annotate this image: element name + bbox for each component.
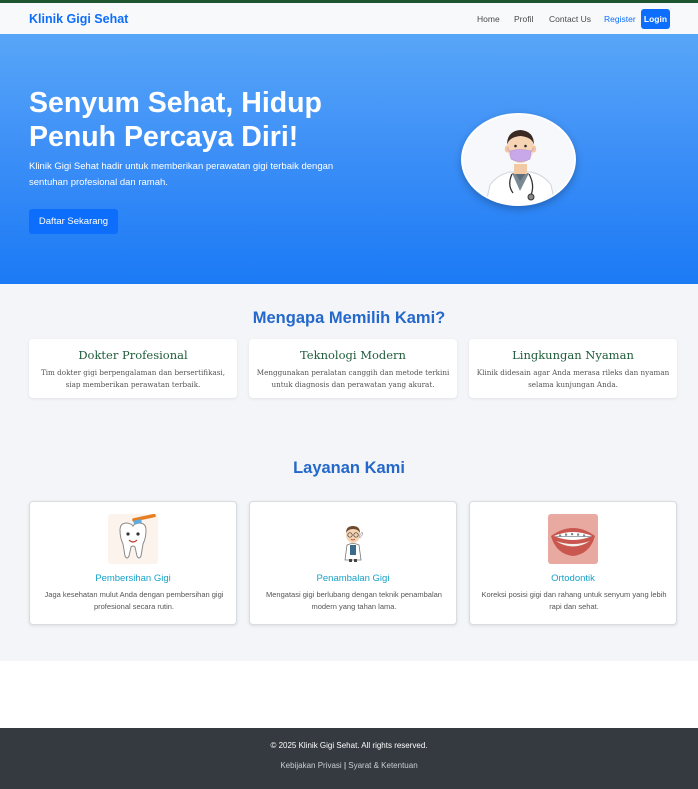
navbar: Klinik Gigi Sehat Home Profil Contact Us…: [0, 3, 698, 34]
footer-links: Kebijakan Privasi | Syarat & Ketentuan: [0, 761, 698, 770]
register-now-button[interactable]: Daftar Sekarang: [29, 209, 118, 234]
nav-home-link[interactable]: Home: [477, 14, 500, 24]
braces-smile-image: [548, 514, 598, 564]
service-desc: Koreksi posisi gigi dan rahang untuk sen…: [481, 590, 667, 611]
hero-title: Senyum Sehat, Hidup Penuh Percaya Diri!: [29, 87, 322, 153]
dentist-cartoon-image: [328, 514, 378, 564]
feature-card-environment: Lingkungan Nyaman Klinik didesain agar A…: [469, 339, 677, 398]
footer-separator: |: [343, 761, 347, 770]
tooth-brushing-image: [108, 514, 158, 564]
footer-copyright: © 2025 Klinik Gigi Sehat. All rights res…: [270, 741, 428, 750]
service-card-filling[interactable]: Penambalan Gigi Mengatasi gigi berlubang…: [249, 501, 457, 625]
why-choose-us-title: Mengapa Memilih Kami?: [252, 309, 446, 327]
feature-desc: Klinik didesain agar Anda merasa rileks …: [476, 368, 670, 389]
service-card-orthodontics[interactable]: Ortodontik Koreksi posisi gigi dan rahan…: [469, 501, 677, 625]
service-title: Ortodontik: [551, 573, 595, 584]
service-card-cleaning[interactable]: Pembersihan Gigi Jaga kesehatan mulut An…: [29, 501, 237, 625]
doctor-illustration-icon: [463, 115, 574, 204]
hero-section: Senyum Sehat, Hidup Penuh Percaya Diri! …: [0, 34, 698, 284]
terms-link[interactable]: Syarat & Ketentuan: [348, 761, 417, 770]
service-title: Penambalan Gigi: [316, 573, 390, 584]
feature-title: Teknologi Modern: [300, 348, 406, 362]
feature-title: Lingkungan Nyaman: [512, 348, 634, 362]
feature-desc: Tim dokter gigi berpengalaman dan berser…: [40, 368, 226, 389]
brand-logo-link[interactable]: Klinik Gigi Sehat: [29, 12, 128, 26]
feature-title: Dokter Profesional: [78, 348, 188, 362]
feature-card-technology: Teknologi Modern Menggunakan peralatan c…: [249, 339, 457, 398]
login-button[interactable]: Login: [641, 9, 670, 29]
services-title: Layanan Kami: [293, 459, 405, 477]
doctor-avatar: [461, 113, 576, 206]
privacy-policy-link[interactable]: Kebijakan Privasi: [280, 761, 341, 770]
feature-desc: Menggunakan peralatan canggih dan metode…: [256, 368, 450, 389]
nav-profil-link[interactable]: Profil: [514, 14, 533, 24]
service-desc: Mengatasi gigi berlubang dengan teknik p…: [266, 590, 442, 611]
service-desc: Jaga kesehatan mulut Anda dengan pembers…: [44, 590, 224, 611]
service-title: Pembersihan Gigi: [95, 573, 171, 584]
feature-card-doctor: Dokter Profesional Tim dokter gigi berpe…: [29, 339, 237, 398]
footer: © 2025 Klinik Gigi Sehat. All rights res…: [0, 728, 698, 789]
nav-contact-link[interactable]: Contact Us: [549, 14, 591, 24]
hero-subtitle: Klinik Gigi Sehat hadir untuk memberikan…: [29, 161, 334, 188]
register-link[interactable]: Register: [604, 14, 636, 24]
